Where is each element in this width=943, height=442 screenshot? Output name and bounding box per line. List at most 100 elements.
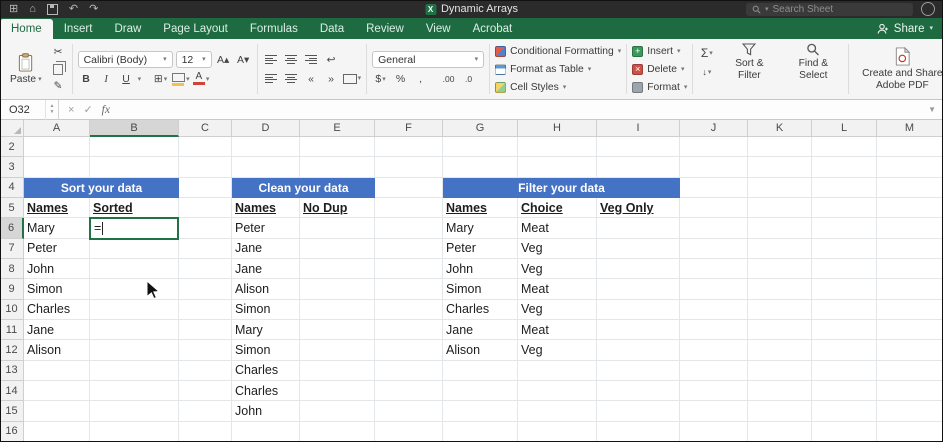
cell-H15[interactable]	[518, 401, 597, 421]
bold-button[interactable]: B	[78, 71, 95, 87]
cell-A16[interactable]	[24, 422, 90, 442]
redo-icon[interactable]: ↷	[89, 4, 98, 15]
cell-H3[interactable]	[518, 157, 597, 177]
autosum-button[interactable]: Σ▾	[698, 45, 715, 61]
cell-J5[interactable]	[680, 198, 748, 218]
tab-review[interactable]: Review	[355, 19, 415, 39]
cell-G11[interactable]: Jane	[443, 320, 518, 340]
cell-B10[interactable]	[90, 300, 179, 320]
cell-D6[interactable]: Peter	[232, 218, 300, 238]
cell-M7[interactable]	[877, 239, 943, 259]
cell-F10[interactable]	[375, 300, 443, 320]
increase-decimal-button[interactable]: .00	[440, 71, 457, 87]
name-box-stepper[interactable]: ▲▼	[45, 100, 58, 120]
row-header-6[interactable]: 6	[0, 218, 24, 238]
column-header-D[interactable]: D	[232, 120, 300, 137]
cell-C16[interactable]	[179, 422, 232, 442]
row-header-12[interactable]: 12	[0, 340, 24, 360]
cell-D14[interactable]: Charles	[232, 381, 300, 401]
account-avatar-icon[interactable]	[921, 2, 935, 16]
apps-grid-icon[interactable]: ⊞	[9, 4, 18, 15]
cell-F3[interactable]	[375, 157, 443, 177]
cell-D15[interactable]: John	[232, 401, 300, 421]
cell-A3[interactable]	[24, 157, 90, 177]
cell-M5[interactable]	[877, 198, 943, 218]
row-header-2[interactable]: 2	[0, 137, 24, 157]
cell-F11[interactable]	[375, 320, 443, 340]
cell-D10[interactable]: Simon	[232, 300, 300, 320]
cell-A2[interactable]	[24, 137, 90, 157]
cell-E15[interactable]	[300, 401, 375, 421]
cell-I9[interactable]	[597, 279, 680, 299]
cell-H8[interactable]: Veg	[518, 259, 597, 279]
cell-A8[interactable]: John	[24, 259, 90, 279]
row-header-14[interactable]: 14	[0, 381, 24, 401]
cell-C5[interactable]	[179, 198, 232, 218]
cell-L3[interactable]	[812, 157, 877, 177]
cell-F2[interactable]	[375, 137, 443, 157]
cell-M9[interactable]	[877, 279, 943, 299]
cell-A9[interactable]: Simon	[24, 279, 90, 299]
align-middle-button[interactable]	[283, 52, 300, 68]
cell-L4[interactable]	[812, 178, 877, 198]
cell-F14[interactable]	[375, 381, 443, 401]
cell-G14[interactable]	[443, 381, 518, 401]
row-header-4[interactable]: 4	[0, 178, 24, 198]
cell-H16[interactable]	[518, 422, 597, 442]
save-icon[interactable]	[47, 4, 58, 15]
cell-K10[interactable]	[748, 300, 812, 320]
comma-button[interactable]: ,	[412, 71, 429, 87]
cell-L7[interactable]	[812, 239, 877, 259]
cell-I12[interactable]	[597, 340, 680, 360]
formula-bar-expand-icon[interactable]: ▼	[928, 105, 936, 114]
banner-filter-your-data[interactable]: Filter your data	[443, 178, 680, 198]
number-format-select[interactable]: General▾	[372, 51, 484, 68]
cell-H13[interactable]	[518, 361, 597, 381]
cell-L12[interactable]	[812, 340, 877, 360]
cell-J10[interactable]	[680, 300, 748, 320]
fill-button[interactable]: ↓▾	[698, 64, 715, 80]
cell-F5[interactable]	[375, 198, 443, 218]
cancel-entry-button[interactable]: ×	[68, 104, 74, 116]
cell-K14[interactable]	[748, 381, 812, 401]
cell-M10[interactable]	[877, 300, 943, 320]
formula-input[interactable]	[110, 100, 928, 119]
cell-C8[interactable]	[179, 259, 232, 279]
cell-I10[interactable]	[597, 300, 680, 320]
cell-E13[interactable]	[300, 361, 375, 381]
cell-K7[interactable]	[748, 239, 812, 259]
borders-button[interactable]: ⊞▾	[152, 71, 169, 87]
wrap-text-button[interactable]: ↩	[323, 52, 340, 68]
align-top-button[interactable]	[263, 52, 280, 68]
tab-formulas[interactable]: Formulas	[239, 19, 309, 39]
cell-B2[interactable]	[90, 137, 179, 157]
cell-C6[interactable]	[179, 218, 232, 238]
cell-F12[interactable]	[375, 340, 443, 360]
cell-K3[interactable]	[748, 157, 812, 177]
cell-H9[interactable]: Meat	[518, 279, 597, 299]
cell-G9[interactable]: Simon	[443, 279, 518, 299]
cell-A6[interactable]: Mary	[24, 218, 90, 238]
cell-K15[interactable]	[748, 401, 812, 421]
cell-G16[interactable]	[443, 422, 518, 442]
cell-B3[interactable]	[90, 157, 179, 177]
cell-E16[interactable]	[300, 422, 375, 442]
font-color-button[interactable]: A▾	[193, 71, 210, 87]
cell-E3[interactable]	[300, 157, 375, 177]
cell-G12[interactable]: Alison	[443, 340, 518, 360]
cell-E7[interactable]	[300, 239, 375, 259]
tab-page-layout[interactable]: Page Layout	[152, 19, 239, 39]
grow-font-button[interactable]: A▴	[215, 52, 232, 68]
currency-button[interactable]: $▾	[372, 71, 389, 87]
cell-A12[interactable]: Alison	[24, 340, 90, 360]
cell-A14[interactable]	[24, 381, 90, 401]
format-painter-button[interactable]: ✎	[50, 78, 67, 94]
row-header-10[interactable]: 10	[0, 300, 24, 320]
align-center-button[interactable]	[283, 71, 300, 87]
cell-F13[interactable]	[375, 361, 443, 381]
cell-A7[interactable]: Peter	[24, 239, 90, 259]
cell-K16[interactable]	[748, 422, 812, 442]
cell-D3[interactable]	[232, 157, 300, 177]
underline-button[interactable]: U	[118, 71, 135, 87]
name-box[interactable]: O32 ▲▼	[0, 100, 59, 120]
